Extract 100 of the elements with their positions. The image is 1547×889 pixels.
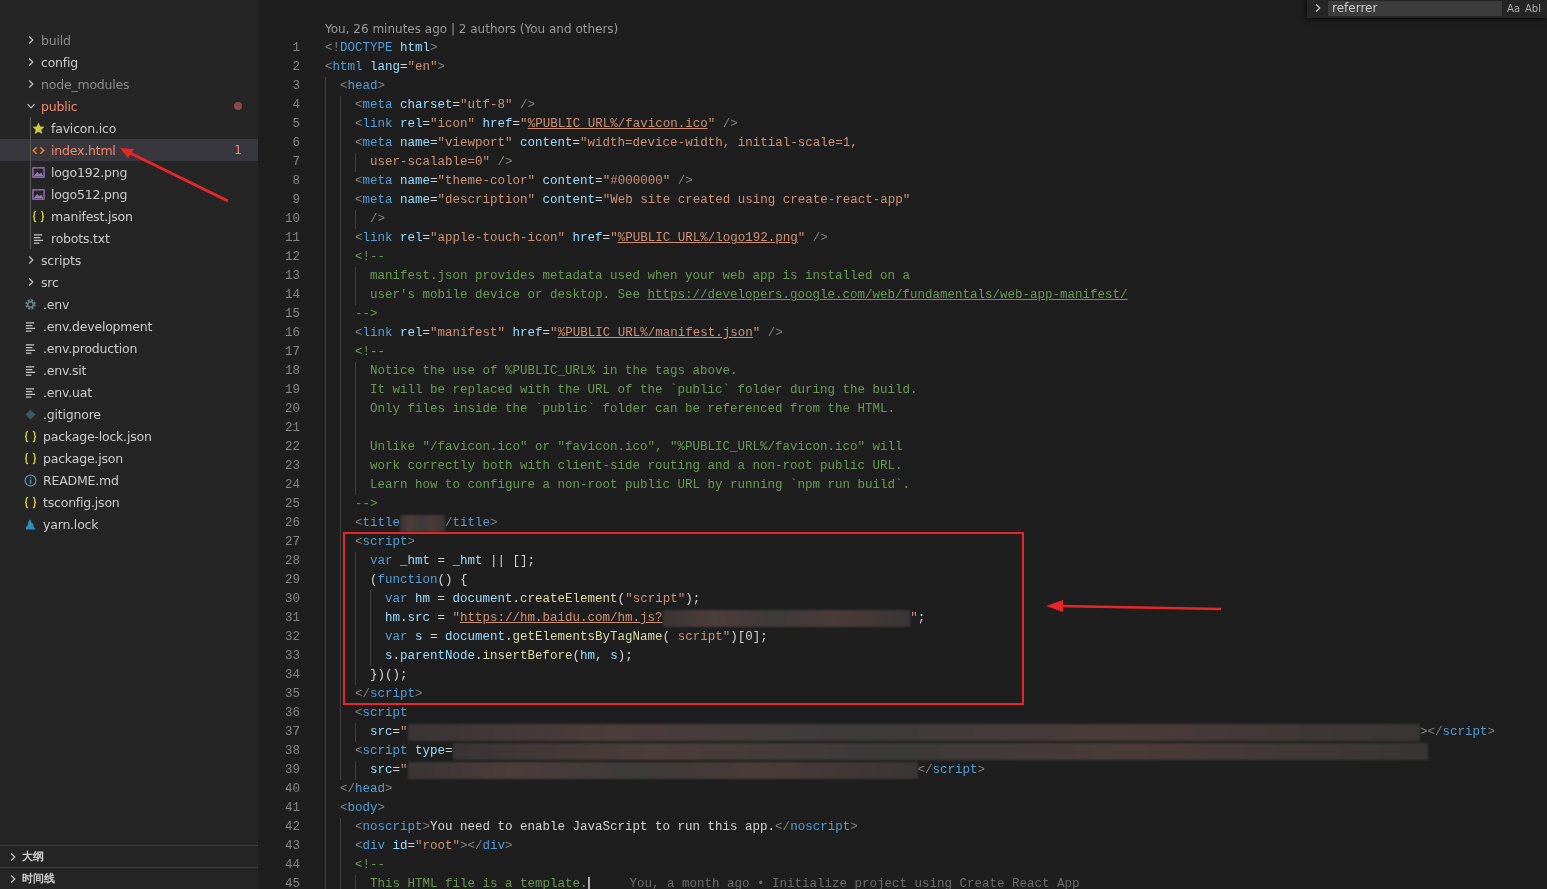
- code-line: <script: [355, 705, 408, 722]
- image-icon: [32, 187, 45, 201]
- code-line: <meta name="description" content="Web site created using create-react-app": [355, 192, 911, 209]
- code-line: Unlike "/favicon.ico" or "favicon.ico", "%PUBLIC_URL%/favicon.ico" will: [370, 439, 903, 456]
- lines-icon: [24, 385, 37, 399]
- file-row[interactable]: .env.sit: [0, 359, 258, 381]
- code-line: </head>: [340, 781, 393, 798]
- line-number: 16: [284, 325, 300, 342]
- chevron-right-icon[interactable]: [26, 277, 36, 287]
- file-row[interactable]: package-lock.json: [0, 425, 258, 447]
- link[interactable]: %PUBLIC_URL%/manifest.json: [557, 324, 753, 343]
- file-row[interactable]: yarn.lock: [0, 513, 258, 535]
- file-row[interactable]: robots.txt: [0, 227, 258, 249]
- code-line: src=" </script>: [370, 761, 986, 780]
- code-line: Only files inside the `public` folder can be referenced from the HTML.: [370, 401, 896, 418]
- code-line: </script>: [355, 686, 423, 703]
- line-number: 37: [284, 724, 300, 741]
- file-row[interactable]: .env.production: [0, 337, 258, 359]
- line-number: 18: [284, 363, 300, 380]
- file-row[interactable]: tsconfig.json: [0, 491, 258, 513]
- line-number: 21: [284, 420, 300, 437]
- line-number: 45: [284, 876, 300, 889]
- link[interactable]: https://developers.google.com/web/fundamentals/web-app-manifest/: [647, 286, 1128, 305]
- image-icon: [32, 165, 45, 179]
- line-number: 11: [284, 230, 300, 247]
- file-row[interactable]: .env: [0, 293, 258, 315]
- lines-icon: [32, 231, 45, 245]
- line-number: 38: [284, 743, 300, 760]
- code-line: <!--: [355, 344, 385, 361]
- code-line: user's mobile device or desktop. See https://developers.google.com/web/fundamentals/web-app-manifest/: [370, 286, 1128, 305]
- file-row[interactable]: README.md: [0, 469, 258, 491]
- chevron-right-icon[interactable]: [26, 35, 36, 45]
- file-row[interactable]: package.json: [0, 447, 258, 469]
- file-row[interactable]: .env.development: [0, 315, 258, 337]
- line-number: 33: [284, 648, 300, 665]
- chevron-right-icon[interactable]: [26, 255, 36, 265]
- file-row[interactable]: favicon.ico: [0, 117, 258, 139]
- line-number: 10: [284, 211, 300, 228]
- file-row[interactable]: .env.uat: [0, 381, 258, 403]
- line-number: 22: [284, 439, 300, 456]
- problem-count: 1: [234, 143, 242, 157]
- code-line: s.parentNode.insertBefore(hm, s);: [385, 648, 633, 665]
- folder-name[interactable]: build: [41, 32, 71, 48]
- code-line: -->: [355, 496, 378, 513]
- line-number: 39: [284, 762, 300, 779]
- chevron-right-icon[interactable]: [8, 851, 18, 862]
- line-number: 41: [284, 800, 300, 817]
- line-number: 5: [291, 116, 300, 133]
- line-number: 9: [291, 192, 300, 209]
- line-number: 1: [291, 40, 300, 57]
- link[interactable]: %PUBLIC_URL%/favicon.ico: [527, 115, 708, 134]
- file-row[interactable]: logo512.png: [0, 183, 258, 205]
- code-line: })();: [370, 667, 408, 684]
- lines-icon: [24, 341, 37, 355]
- line-number: 8: [291, 173, 300, 190]
- code-line: manifest.json provides metadata used when your web app is installed on a: [370, 268, 911, 285]
- chevron-right-icon[interactable]: [26, 79, 36, 89]
- file-row[interactable]: logo192.png: [0, 161, 258, 183]
- lines-icon: [24, 363, 37, 377]
- folder-name[interactable]: src: [41, 274, 59, 290]
- code-line: var _hmt = _hmt || [];: [370, 553, 536, 570]
- code-line: (function() {: [370, 572, 468, 589]
- chevron-right-icon[interactable]: [1313, 3, 1323, 13]
- info-icon: [24, 473, 37, 487]
- file-row[interactable]: manifest.json: [0, 205, 258, 227]
- code-line: Notice the use of %PUBLIC_URL% in the tags above.: [370, 363, 738, 380]
- line-number: 30: [284, 591, 300, 608]
- line-number: 2: [291, 59, 300, 76]
- folder-name[interactable]: public: [41, 98, 78, 114]
- line-number: 15: [284, 306, 300, 323]
- line-number: 36: [284, 705, 300, 722]
- file-row[interactable]: index.html 1: [0, 139, 258, 161]
- line-number: 6: [291, 135, 300, 152]
- line-number: 20: [284, 401, 300, 418]
- chevron-down-icon[interactable]: [26, 101, 36, 111]
- line-number: 24: [284, 477, 300, 494]
- line-number: 19: [284, 382, 300, 399]
- chevron-right-icon[interactable]: [8, 873, 18, 884]
- line-number: 27: [284, 534, 300, 551]
- folder-name[interactable]: scripts: [41, 252, 81, 268]
- panel-header[interactable]: 大纲: [0, 845, 258, 867]
- find-input[interactable]: referrer: [1328, 0, 1503, 16]
- code-line: hm.src = "https://hm.baidu.com/hm.js? ";: [385, 609, 926, 628]
- panel-header[interactable]: 时间线: [0, 867, 258, 889]
- line-number: 34: [284, 667, 300, 684]
- blurred-redaction: [400, 515, 446, 532]
- folder-name[interactable]: node_modules: [41, 76, 130, 92]
- blame-annotation[interactable]: You, 26 minutes ago | 2 authors (You and others): [325, 22, 619, 36]
- link[interactable]: https://hm.baidu.com/hm.js?: [460, 609, 663, 628]
- file-row[interactable]: .gitignore: [0, 403, 258, 425]
- code-line: <html lang="en">: [325, 59, 446, 76]
- inline-blame: You, a month ago • Initialize project using Create React App: [629, 876, 1080, 889]
- code-line: <link rel="icon" href="%PUBLIC_URL%/favicon.ico" />: [355, 115, 738, 134]
- find-option-toggle[interactable]: Abl: [1525, 2, 1541, 14]
- find-option-toggle[interactable]: Aa: [1507, 2, 1521, 14]
- code-line: src=" ></script>: [370, 723, 1496, 742]
- chevron-right-icon[interactable]: [26, 57, 36, 67]
- link[interactable]: %PUBLIC_URL%/logo192.png: [617, 229, 798, 248]
- folder-name[interactable]: config: [41, 54, 79, 70]
- code-line: work correctly both with client-side routing and a non-root public URL.: [370, 458, 903, 475]
